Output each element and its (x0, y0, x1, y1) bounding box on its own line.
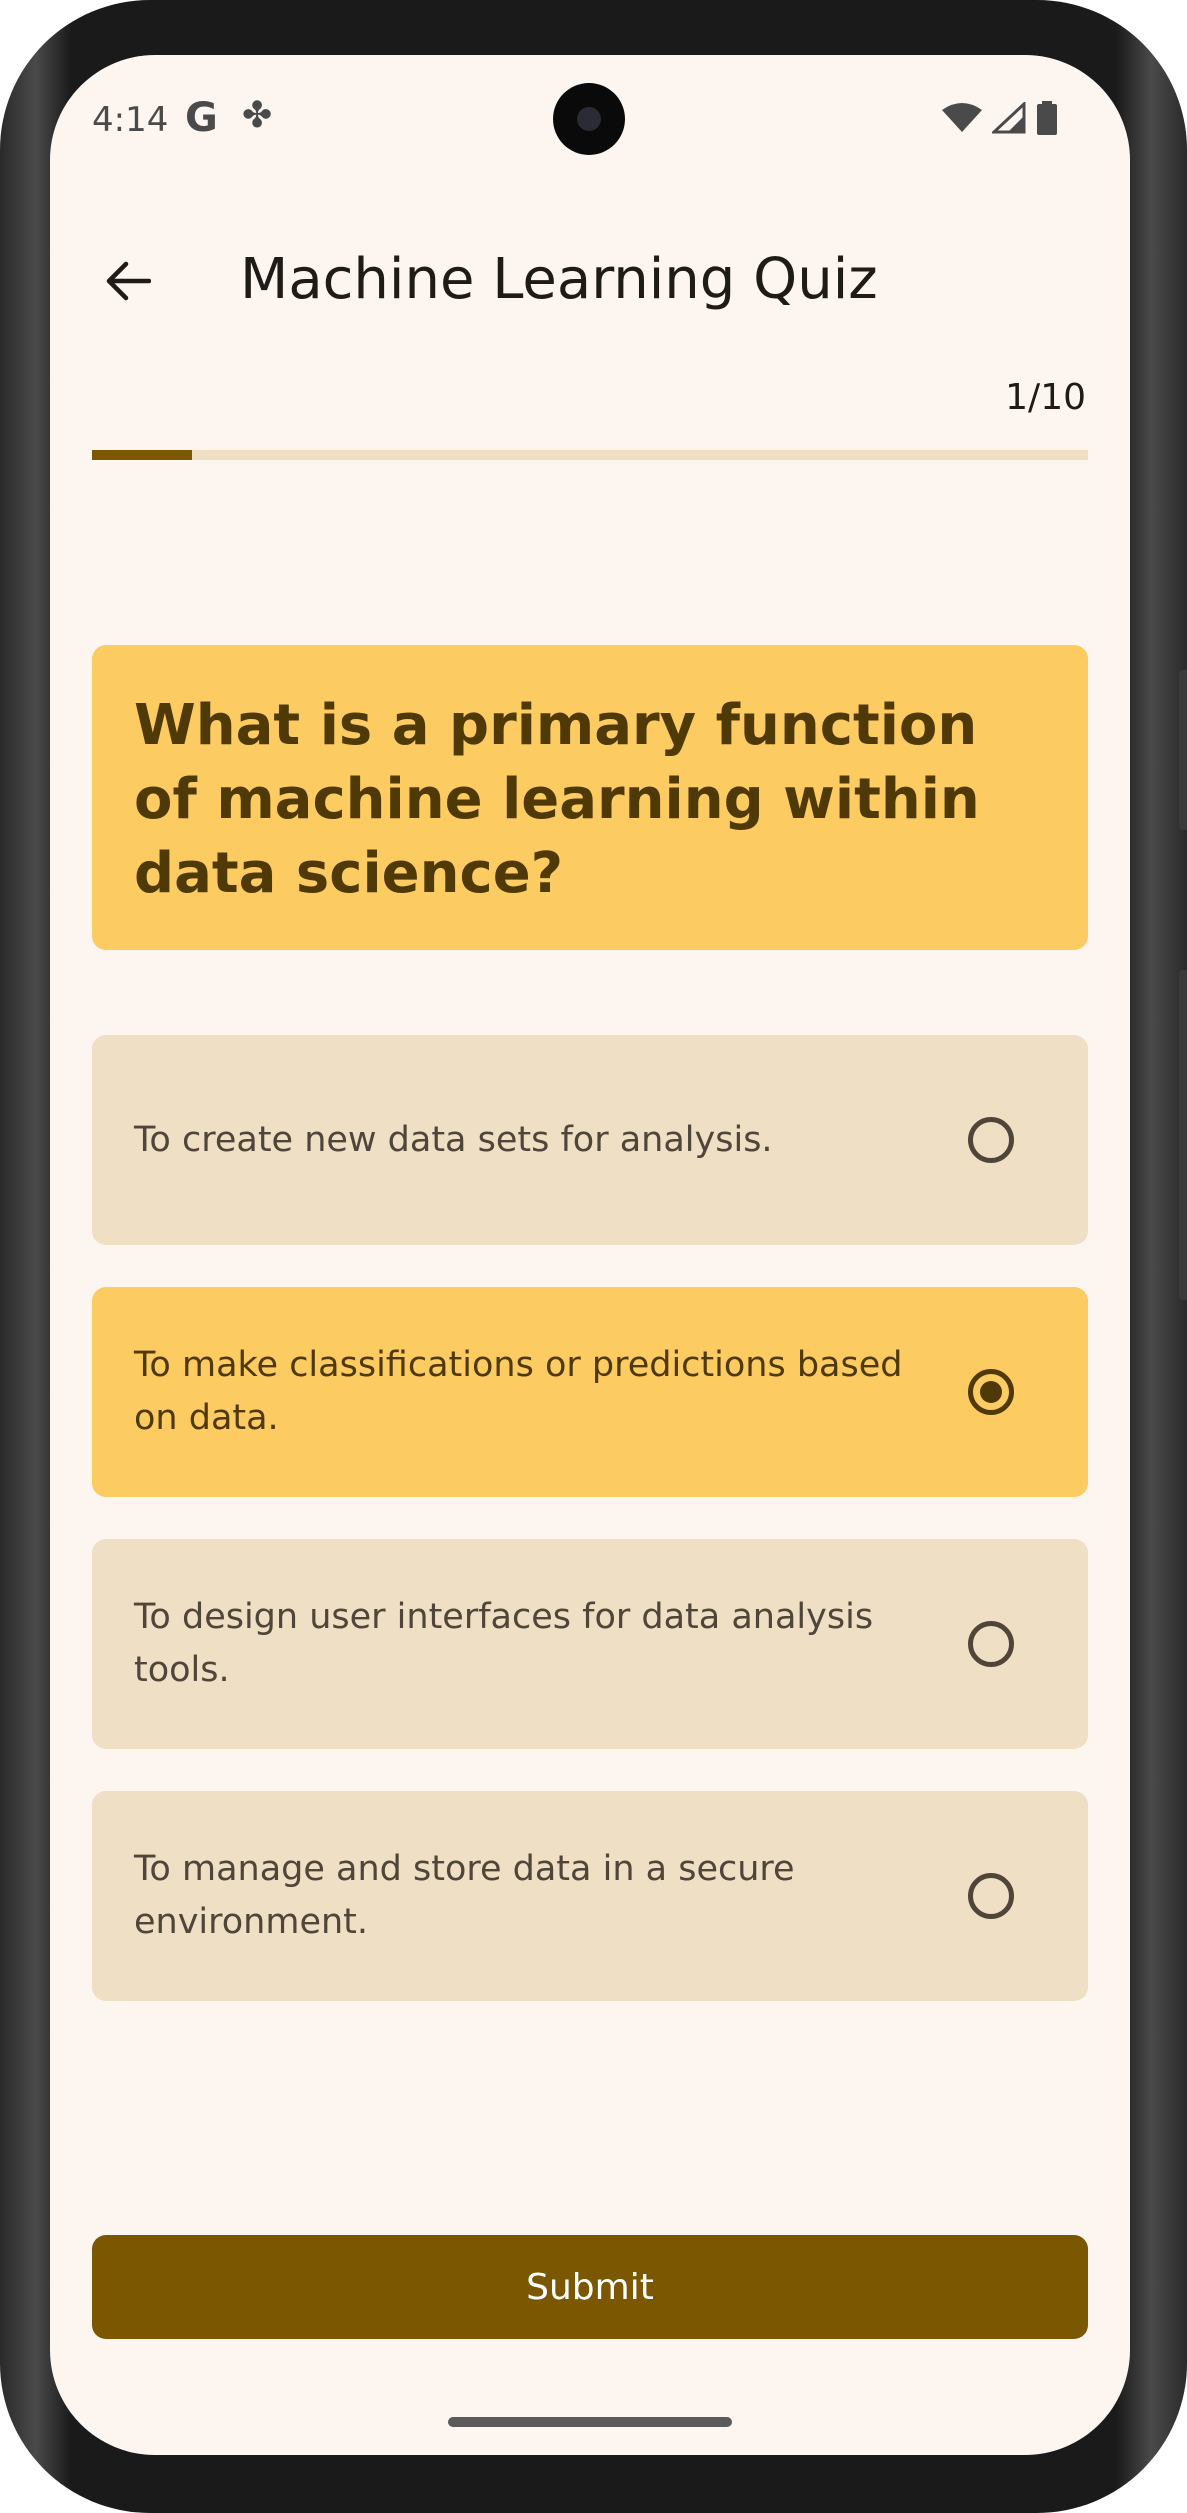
submit-button[interactable]: Submit (92, 2235, 1088, 2339)
arrow-back-icon (106, 261, 151, 301)
google-g-icon: G (185, 95, 218, 141)
progress-bar (92, 450, 1088, 460)
volume-button (1179, 670, 1187, 830)
signal-icon (992, 102, 1026, 134)
power-button (1179, 970, 1187, 1300)
battery-icon (1037, 101, 1057, 135)
answer-option[interactable]: To design user interfaces for data analy… (92, 1539, 1088, 1749)
radio-button[interactable] (968, 1873, 1014, 1919)
screen: 4:14 G ✤ Machine Learning Quiz 1/10 What… (50, 55, 1130, 2455)
question-card: What is a primary function of machine le… (92, 645, 1088, 950)
radio-button[interactable] (968, 1117, 1014, 1163)
status-bar: 4:14 G ✤ (50, 55, 1130, 195)
answer-option-label: To make classifications or predictions b… (134, 1345, 903, 1438)
answer-option-label: To create new data sets for analysis. (134, 1119, 773, 1160)
status-time: 4:14 (92, 100, 169, 140)
front-camera (553, 83, 625, 155)
radio-button[interactable] (968, 1621, 1014, 1667)
answer-option-label: To manage and store data in a secure env… (134, 1849, 795, 1942)
home-indicator[interactable] (448, 2417, 732, 2427)
system-icons (942, 101, 1058, 135)
wifi-icon (942, 103, 982, 132)
page-title: Machine Learning Quiz (240, 247, 878, 312)
question-text: What is a primary function of machine le… (134, 693, 980, 906)
radio-button[interactable] (968, 1369, 1014, 1415)
progress-bar-fill (92, 450, 192, 460)
answer-option[interactable]: To create new data sets for analysis. (92, 1035, 1088, 1245)
pinwheel-icon: ✤ (242, 95, 273, 136)
answer-option-label: To design user interfaces for data analy… (134, 1597, 874, 1690)
answer-option[interactable]: To make classifications or predictions b… (92, 1287, 1088, 1497)
back-button[interactable] (90, 243, 166, 319)
top-app-bar: Machine Learning Quiz (50, 225, 1130, 335)
phone-frame: 4:14 G ✤ Machine Learning Quiz 1/10 What… (0, 0, 1187, 2513)
progress-count: 1/10 (1005, 377, 1086, 418)
answer-option[interactable]: To manage and store data in a secure env… (92, 1791, 1088, 2001)
